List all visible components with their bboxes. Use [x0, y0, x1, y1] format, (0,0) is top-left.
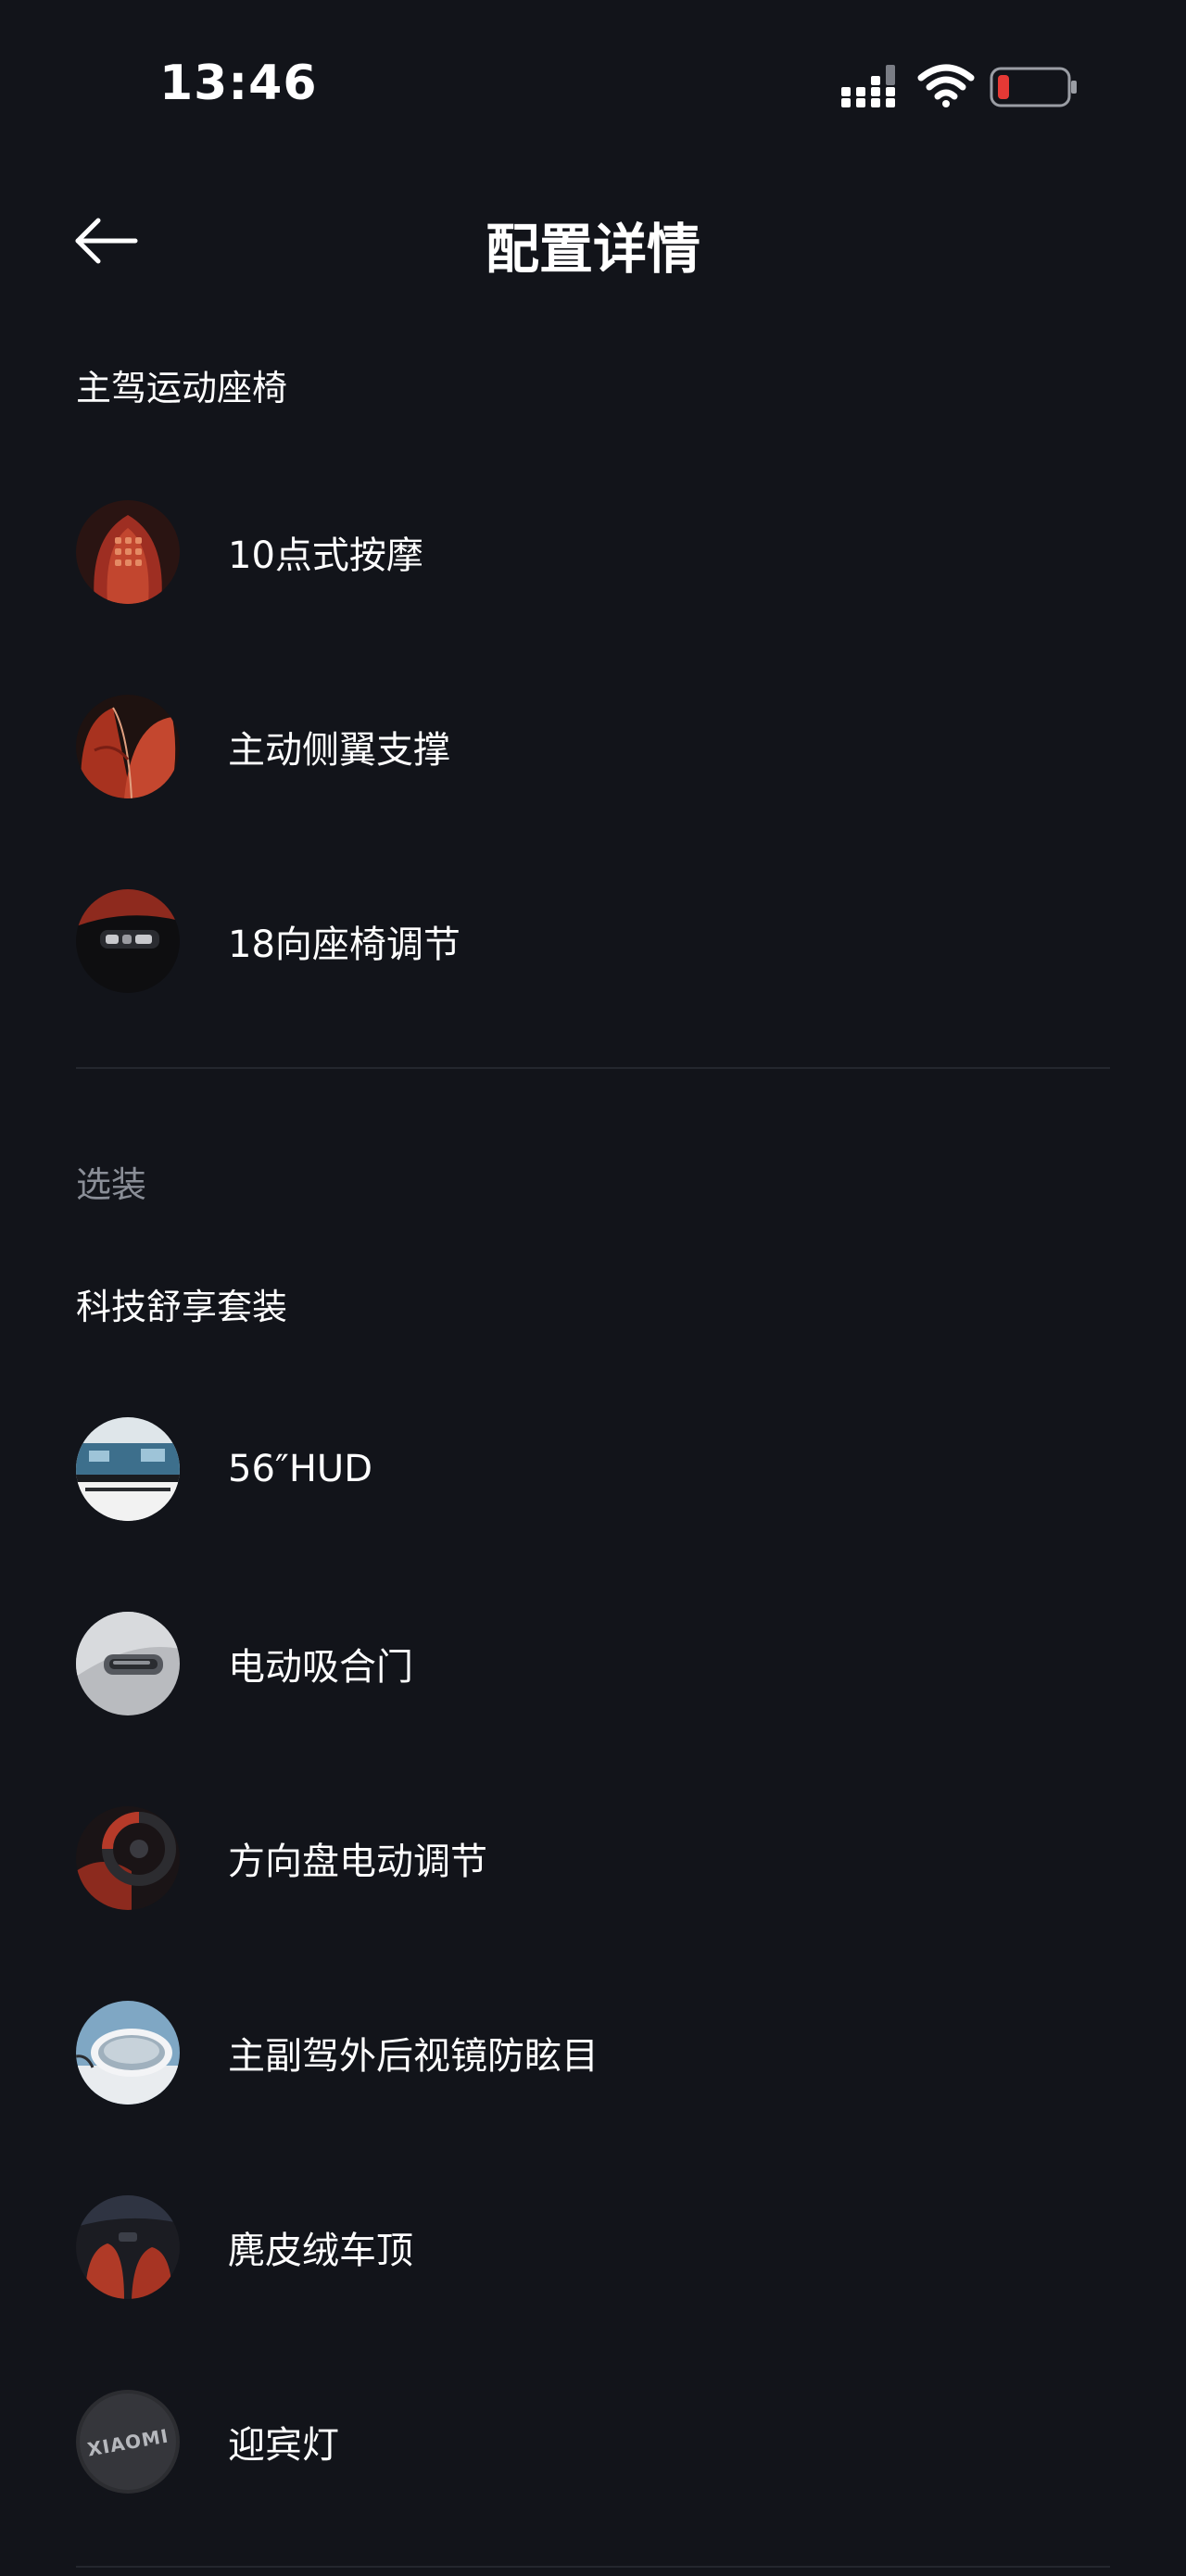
seat-massage-thumbnail	[76, 500, 180, 604]
item-label: 方向盘电动调节	[228, 1841, 487, 1883]
bottom-divider	[76, 2566, 1110, 2568]
item-label: 56″HUD	[228, 1448, 372, 1490]
item-label: 18向座椅调节	[228, 924, 461, 966]
status-bar: 13:46	[0, 0, 1186, 176]
cellular-signal-icon	[841, 65, 895, 107]
welcome-light-thumbnail: XIAOMI	[76, 2390, 180, 2494]
steering-wheel-thumbnail	[76, 1806, 180, 1910]
package-title: 科技舒享套装	[76, 1287, 288, 1327]
mirror-thumbnail	[76, 2001, 180, 2105]
list-item-steering-adjust[interactable]: 方向盘电动调节	[76, 1803, 1110, 1914]
section-divider	[76, 1067, 1110, 1069]
item-label: 10点式按摩	[228, 534, 423, 577]
item-label: 主副驾外后视镜防眩目	[228, 2035, 599, 2078]
item-label: 电动吸合门	[228, 1646, 413, 1689]
list-item-seat-adjust[interactable]: 18向座椅调节	[76, 886, 1110, 997]
list-item-side-bolster[interactable]: 主动侧翼支撑	[76, 691, 1110, 802]
wifi-icon	[917, 64, 975, 107]
config-detail-page: 13:46 配置详情 主驾运动座椅 10点式按摩 主动侧翼支撑 18向座椅调节 …	[0, 0, 1186, 2576]
suede-roof-thumbnail	[76, 2195, 180, 2299]
hud-thumbnail	[76, 1417, 180, 1521]
list-item-suede-roof[interactable]: 麂皮绒车顶	[76, 2192, 1110, 2303]
list-item-massage[interactable]: 10点式按摩	[76, 496, 1110, 608]
item-label: 主动侧翼支撑	[228, 729, 450, 772]
item-label: 麂皮绒车顶	[228, 2230, 413, 2272]
section-label-optional: 选装	[76, 1164, 147, 1205]
door-handle-thumbnail	[76, 1612, 180, 1715]
side-bolster-thumbnail	[76, 695, 180, 798]
battery-low-icon	[990, 67, 1077, 107]
seat-adjust-thumbnail	[76, 889, 180, 993]
page-title: 配置详情	[485, 218, 700, 281]
list-item-soft-close-door[interactable]: 电动吸合门	[76, 1608, 1110, 1719]
section-title-seat: 主驾运动座椅	[76, 368, 288, 408]
list-item-mirror-anti-glare[interactable]: 主副驾外后视镜防眩目	[76, 1997, 1110, 2108]
item-label: 迎宾灯	[228, 2424, 339, 2467]
list-item-hud[interactable]: 56″HUD	[76, 1414, 1110, 1525]
status-time: 13:46	[159, 56, 318, 111]
list-item-welcome-light[interactable]: XIAOMI 迎宾灯	[76, 2386, 1110, 2497]
